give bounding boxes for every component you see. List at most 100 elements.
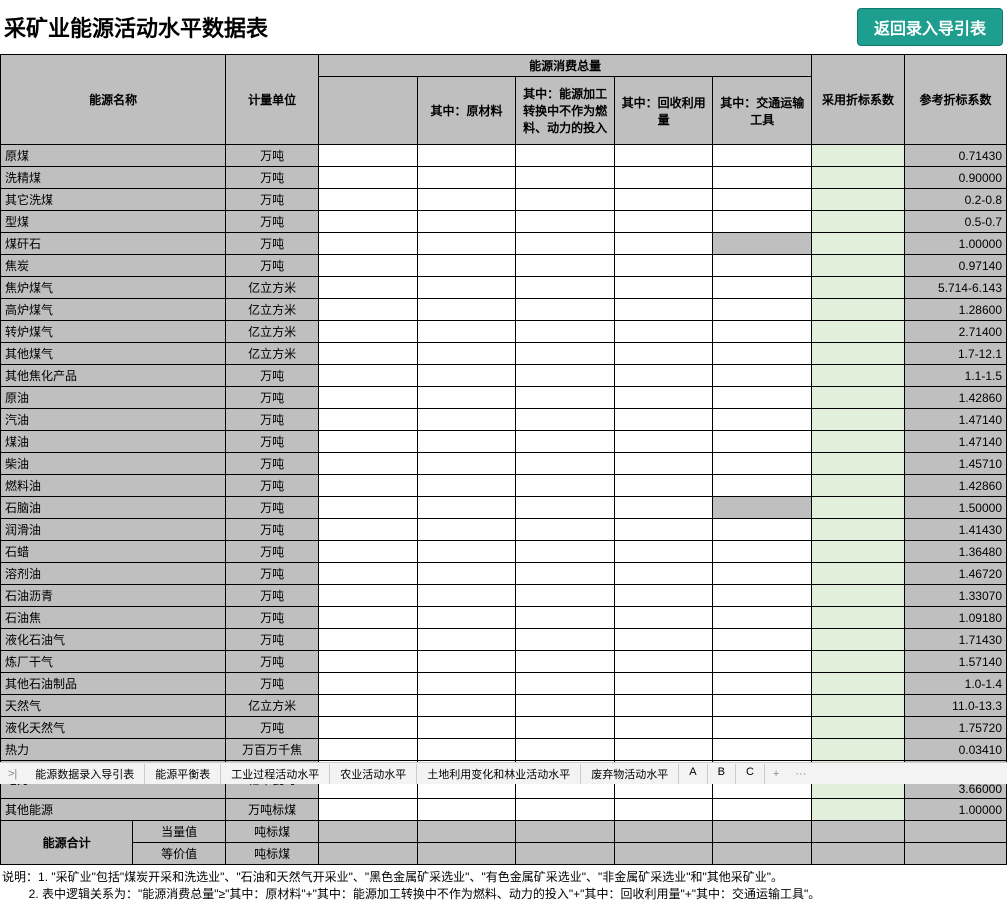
cell-input[interactable] — [713, 321, 812, 343]
cell-input[interactable] — [516, 211, 615, 233]
cell-name[interactable]: 炼厂干气 — [1, 651, 226, 673]
cell-name[interactable]: 转炉煤气 — [1, 321, 226, 343]
cell-input[interactable] — [417, 453, 516, 475]
cell-name[interactable]: 煤油 — [1, 431, 226, 453]
cell-unit[interactable]: 万吨 — [226, 211, 319, 233]
cell-ref-coef[interactable]: 0.03410 — [905, 739, 1007, 761]
cell-input[interactable] — [713, 585, 812, 607]
cell-unit[interactable]: 万吨 — [226, 431, 319, 453]
cell-input[interactable] — [319, 387, 418, 409]
cell-unit[interactable]: 万吨 — [226, 475, 319, 497]
cell-ref-coef[interactable] — [905, 821, 1007, 843]
cell-name[interactable]: 其他石油制品 — [1, 673, 226, 695]
cell-ref-coef[interactable]: 1.46720 — [905, 563, 1007, 585]
cell-unit[interactable]: 万吨 — [226, 607, 319, 629]
cell-input[interactable] — [319, 843, 418, 865]
cell-adopted-coef[interactable] — [812, 629, 905, 651]
cell-input[interactable] — [516, 585, 615, 607]
cell-input[interactable] — [713, 453, 812, 475]
cell-ref-coef[interactable]: 5.714-6.143 — [905, 277, 1007, 299]
cell-input[interactable] — [319, 321, 418, 343]
cell-name[interactable]: 焦炭 — [1, 255, 226, 277]
cell-unit[interactable]: 吨标煤 — [226, 843, 319, 865]
cell-input[interactable] — [516, 475, 615, 497]
cell-input[interactable] — [417, 145, 516, 167]
cell-input[interactable] — [516, 821, 615, 843]
cell-adopted-coef[interactable] — [812, 585, 905, 607]
cell-input[interactable] — [516, 189, 615, 211]
cell-input[interactable] — [516, 299, 615, 321]
cell-input[interactable] — [319, 519, 418, 541]
cell-input[interactable] — [319, 409, 418, 431]
cell-adopted-coef[interactable] — [812, 695, 905, 717]
cell-unit[interactable]: 万吨 — [226, 233, 319, 255]
cell-input[interactable] — [516, 519, 615, 541]
cell-input[interactable] — [713, 717, 812, 739]
cell-input[interactable] — [319, 211, 418, 233]
cell-unit[interactable]: 万吨 — [226, 365, 319, 387]
cell-input[interactable] — [713, 695, 812, 717]
cell-unit[interactable]: 万吨 — [226, 651, 319, 673]
sheet-tab[interactable]: 土地利用变化和林业活动水平 — [417, 764, 581, 784]
cell-ref-coef[interactable]: 2.71400 — [905, 321, 1007, 343]
cell-adopted-coef[interactable] — [812, 211, 905, 233]
cell-input[interactable] — [516, 629, 615, 651]
cell-input[interactable] — [713, 189, 812, 211]
cell-input[interactable] — [319, 431, 418, 453]
cell-input[interactable] — [319, 497, 418, 519]
cell-ref-coef[interactable]: 1.7-12.1 — [905, 343, 1007, 365]
cell-input[interactable] — [417, 233, 516, 255]
cell-input[interactable] — [614, 211, 713, 233]
cell-input[interactable] — [516, 497, 615, 519]
cell-input[interactable] — [516, 541, 615, 563]
cell-name[interactable]: 焦炉煤气 — [1, 277, 226, 299]
cell-input[interactable] — [713, 673, 812, 695]
cell-input[interactable] — [713, 563, 812, 585]
cell-name[interactable]: 原油 — [1, 387, 226, 409]
cell-input[interactable] — [713, 739, 812, 761]
sheet-tab[interactable]: 废弃物活动水平 — [581, 764, 679, 784]
cell-unit[interactable]: 万百万千焦 — [226, 739, 319, 761]
cell-input[interactable] — [319, 673, 418, 695]
cell-name[interactable]: 润滑油 — [1, 519, 226, 541]
cell-ref-coef[interactable]: 1.09180 — [905, 607, 1007, 629]
cell-input[interactable] — [516, 563, 615, 585]
cell-input[interactable] — [319, 607, 418, 629]
tab-nav-first[interactable]: >| — [4, 768, 21, 780]
cell-name[interactable]: 高炉煤气 — [1, 299, 226, 321]
cell-input[interactable] — [713, 145, 812, 167]
cell-input[interactable] — [614, 585, 713, 607]
cell-input[interactable] — [417, 629, 516, 651]
cell-input[interactable] — [713, 409, 812, 431]
cell-adopted-coef[interactable] — [812, 255, 905, 277]
sheet-tab[interactable]: 工业过程活动水平 — [221, 764, 330, 784]
cell-name[interactable]: 液化天然气 — [1, 717, 226, 739]
cell-input[interactable] — [614, 695, 713, 717]
cell-input[interactable] — [417, 607, 516, 629]
cell-name[interactable]: 煤矸石 — [1, 233, 226, 255]
cell-input[interactable] — [319, 475, 418, 497]
cell-adopted-coef[interactable] — [812, 145, 905, 167]
cell-name[interactable]: 石油沥青 — [1, 585, 226, 607]
cell-input[interactable] — [319, 717, 418, 739]
cell-input[interactable] — [713, 497, 812, 519]
cell-input[interactable] — [319, 167, 418, 189]
cell-input[interactable] — [614, 409, 713, 431]
cell-input[interactable] — [417, 167, 516, 189]
cell-input[interactable] — [614, 799, 713, 821]
cell-input[interactable] — [614, 717, 713, 739]
cell-input[interactable] — [319, 453, 418, 475]
cell-input[interactable] — [516, 409, 615, 431]
cell-input[interactable] — [713, 607, 812, 629]
cell-input[interactable] — [417, 255, 516, 277]
cell-unit[interactable]: 亿立方米 — [226, 277, 319, 299]
cell-input[interactable] — [614, 475, 713, 497]
cell-input[interactable] — [516, 607, 615, 629]
cell-name[interactable]: 液化石油气 — [1, 629, 226, 651]
cell-input[interactable] — [614, 453, 713, 475]
cell-input[interactable] — [614, 629, 713, 651]
tab-add[interactable]: + — [765, 766, 787, 782]
cell-name[interactable]: 天然气 — [1, 695, 226, 717]
sheet-tab[interactable]: 农业活动水平 — [330, 764, 417, 784]
cell-name[interactable]: 原煤 — [1, 145, 226, 167]
